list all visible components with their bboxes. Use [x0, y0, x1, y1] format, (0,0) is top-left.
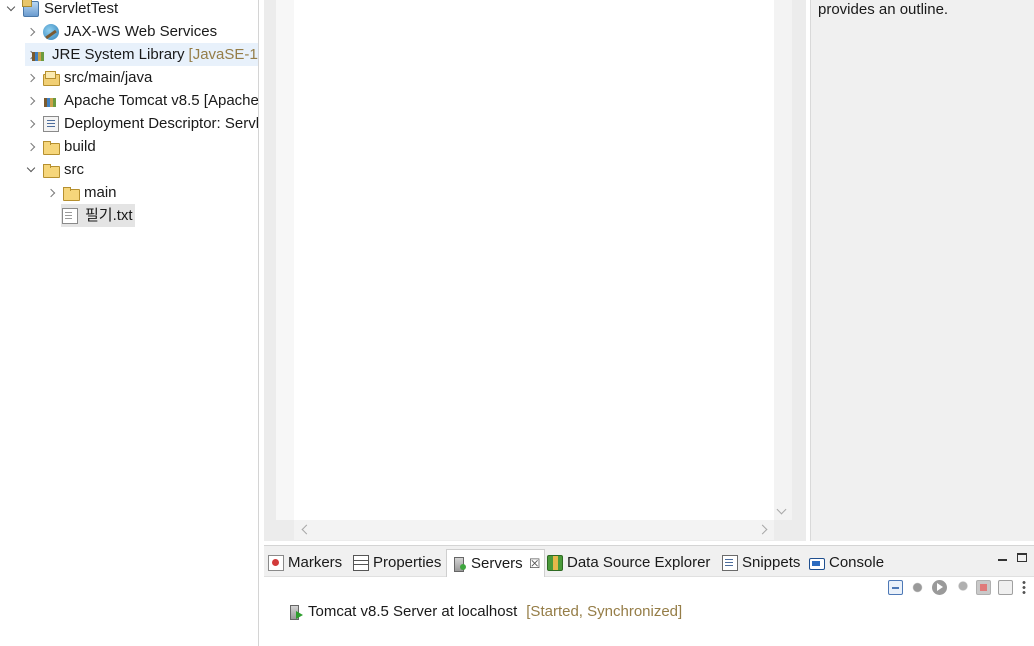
editor-horizontal-scrollbar[interactable]	[294, 520, 774, 540]
chevron-down-icon[interactable]	[5, 3, 17, 15]
close-icon[interactable]: ☒	[529, 551, 541, 577]
tree-item-label: Apache Tomcat v8.5 [Apache Tomcat v8.5]	[64, 92, 259, 109]
panel-tab-bar: Markers Properties Servers ☒ Data Source…	[264, 546, 1034, 577]
debug-server-icon[interactable]	[910, 580, 925, 595]
tree-item-label: src/main/java	[64, 69, 153, 86]
start-server-icon[interactable]	[932, 580, 947, 595]
stop-server-icon[interactable]	[976, 580, 991, 595]
deployment-descriptor-icon	[43, 115, 59, 132]
tab-servers[interactable]: Servers ☒	[446, 549, 546, 577]
tab-label: Snippets	[742, 554, 801, 571]
source-folder-icon	[43, 70, 60, 86]
publish-icon[interactable]	[998, 580, 1013, 595]
minimize-icon[interactable]	[998, 559, 1007, 561]
chevron-right-icon[interactable]	[25, 141, 37, 153]
tree-item-label: Deployment Descriptor: ServletTest	[64, 115, 259, 132]
project-explorer: ServletTest JAX-WS Web Services JRE Syst…	[0, 0, 259, 646]
view-menu-icon[interactable]	[1021, 580, 1027, 595]
chevron-right-icon[interactable]	[25, 118, 37, 130]
console-icon	[809, 558, 825, 570]
tab-label: Data Source Explorer	[567, 554, 711, 571]
server-name: Tomcat v8.5 Server at localhost	[308, 603, 518, 620]
folder-open-icon	[63, 185, 80, 201]
data-source-icon	[547, 555, 563, 571]
tree-item-notes-file[interactable]: 필기.txt	[61, 204, 135, 227]
tree-item-label: ServletTest	[44, 0, 119, 17]
tab-label: Properties	[373, 554, 442, 571]
tree-item-src[interactable]: src	[25, 158, 84, 181]
outline-view: provides an outline.	[810, 0, 1034, 541]
web-services-icon	[43, 23, 59, 40]
profile-server-icon[interactable]	[954, 580, 969, 595]
tab-label: Markers	[288, 554, 343, 571]
project-icon	[22, 0, 39, 17]
properties-icon	[353, 555, 369, 571]
tab-label: Servers	[471, 554, 523, 572]
servers-toolbar	[884, 579, 1034, 597]
tree-item-deployment-descriptor[interactable]: Deployment Descriptor: ServletTest	[25, 112, 259, 135]
maximize-icon[interactable]	[1017, 553, 1027, 562]
tree-item-jre-library[interactable]: JRE System Library [JavaSE-11]	[25, 43, 258, 66]
tree-item-src-main-java[interactable]: src/main/java	[25, 66, 152, 89]
bottom-panel: Markers Properties Servers ☒ Data Source…	[264, 545, 1034, 646]
tree-item-tomcat-library[interactable]: Apache Tomcat v8.5 [Apache Tomcat v8.5]	[25, 89, 259, 112]
tab-properties[interactable]: Properties	[353, 552, 441, 574]
outline-message: provides an outline.	[818, 1, 949, 18]
tab-console[interactable]: Console	[809, 552, 884, 574]
servers-icon	[451, 556, 467, 572]
tab-data-source-explorer[interactable]: Data Source Explorer	[547, 552, 710, 574]
tree-item-project[interactable]: ServletTest	[5, 0, 118, 20]
scroll-down-icon[interactable]	[776, 504, 787, 515]
tree-item-build[interactable]: build	[25, 135, 96, 158]
chevron-right-icon[interactable]	[25, 72, 37, 84]
panel-window-controls	[994, 552, 1034, 568]
folder-icon	[43, 139, 60, 155]
chevron-right-icon[interactable]	[45, 187, 57, 199]
tab-markers[interactable]: Markers	[268, 552, 342, 574]
tree-item-label: main	[84, 184, 117, 201]
server-status: [Started, Synchronized]	[526, 603, 683, 620]
collapse-all-icon[interactable]	[888, 580, 903, 595]
chevron-down-icon[interactable]	[25, 164, 37, 176]
snippets-icon	[722, 555, 738, 571]
tree-item-main[interactable]: main	[45, 181, 117, 204]
tab-snippets[interactable]: Snippets	[722, 552, 800, 574]
server-list-item[interactable]: Tomcat v8.5 Server at localhost [Started…	[288, 601, 682, 623]
chevron-right-icon[interactable]	[25, 95, 37, 107]
tree-item-label: 필기.txt	[85, 207, 133, 224]
tree-item-jaxws[interactable]: JAX-WS Web Services	[25, 20, 217, 43]
tree-item-label: src	[64, 161, 84, 178]
tree-item-decoration: [JavaSE-11]	[188, 46, 258, 63]
library-icon	[31, 47, 47, 63]
tree-item-label: JRE System Library	[52, 46, 185, 63]
server-started-icon	[288, 604, 304, 620]
markers-icon	[268, 555, 284, 571]
editor-canvas[interactable]	[276, 0, 774, 520]
library-icon	[43, 93, 59, 109]
editor-vertical-scrollbar[interactable]	[774, 0, 792, 520]
tab-label: Console	[829, 554, 885, 571]
chevron-right-icon[interactable]	[25, 26, 37, 38]
scroll-right-icon[interactable]	[757, 524, 768, 535]
tree-item-label: build	[64, 138, 96, 155]
text-file-icon	[62, 207, 78, 224]
scroll-left-icon[interactable]	[301, 524, 312, 535]
folder-open-icon	[43, 162, 60, 178]
tree-item-label: JAX-WS Web Services	[64, 23, 218, 40]
